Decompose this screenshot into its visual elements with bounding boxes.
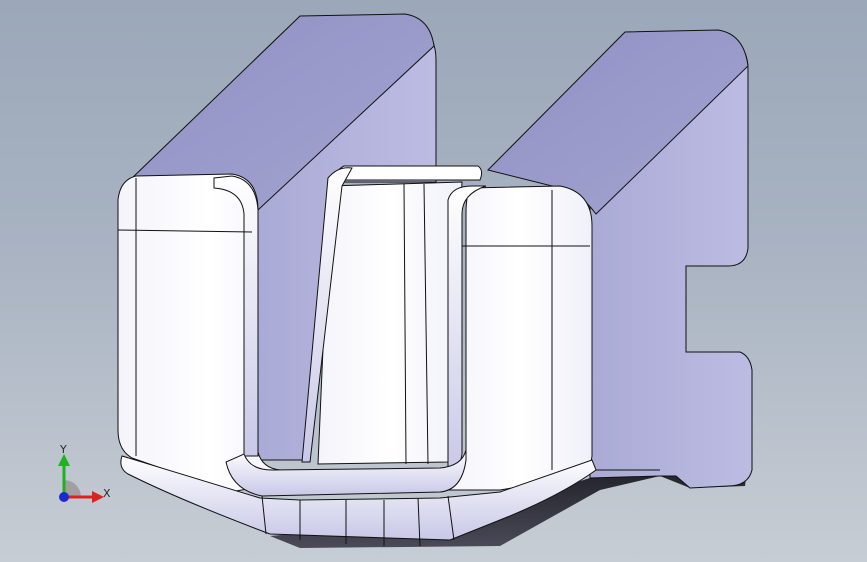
right-front-face xyxy=(447,185,593,491)
slot-back-wall xyxy=(333,165,483,181)
z-axis-dot-icon xyxy=(59,492,69,502)
slot-inner-floor-face xyxy=(317,181,463,465)
x-axis-label: X xyxy=(103,487,111,500)
graphics-viewport[interactable]: Y X xyxy=(0,0,867,562)
3d-part-model[interactable] xyxy=(0,0,867,562)
y-axis-label: Y xyxy=(60,443,67,456)
